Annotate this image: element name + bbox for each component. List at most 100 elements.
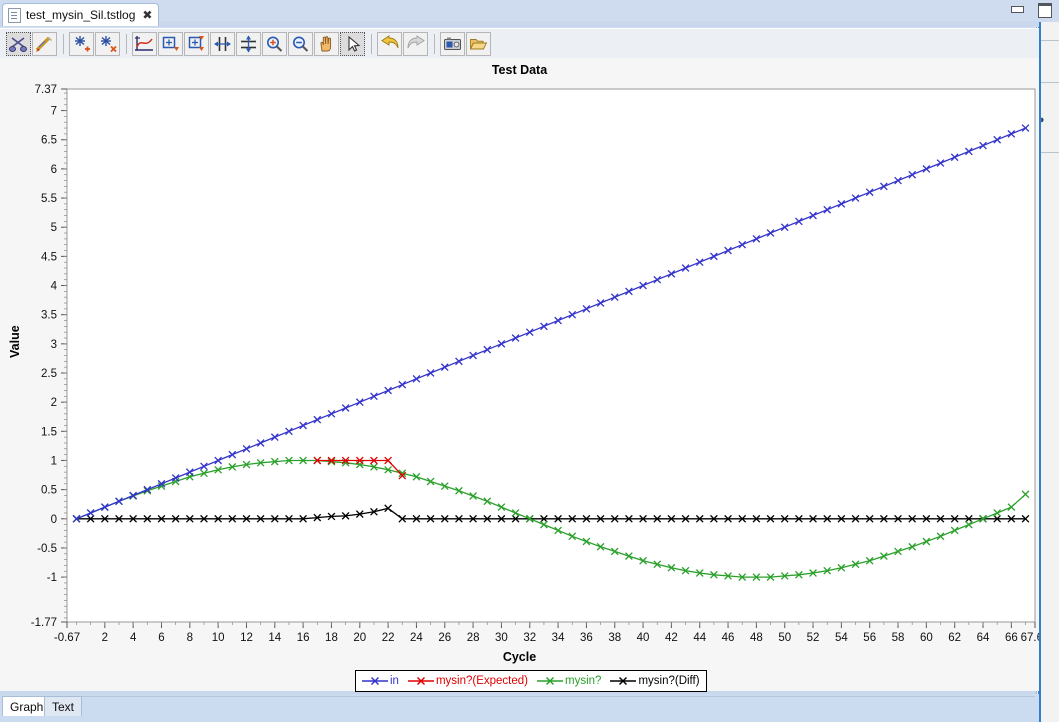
zoom-box-icon: [162, 36, 179, 51]
y-tick-label: -0.5: [37, 543, 57, 555]
toolbar-separator: [434, 33, 435, 54]
editor-tab-strip: test_mysin_Sil.tstlog ✖: [0, 0, 1039, 27]
y-tick-label: 3.5: [41, 310, 57, 322]
x-tick-label: 66: [1005, 632, 1018, 644]
x-tick-label: 24: [410, 632, 423, 644]
x-tick-label: 52: [807, 632, 820, 644]
x-tick-label: 40: [637, 632, 650, 644]
pencil-icon: [35, 36, 52, 52]
legend-label: in: [390, 675, 399, 687]
y-tick-label: 7: [51, 106, 57, 118]
x-tick-label: 8: [187, 632, 193, 644]
x-tick-label: 44: [693, 632, 706, 644]
x-tick-label: 60: [920, 632, 933, 644]
snapshot-button[interactable]: [440, 31, 465, 56]
maximize-icon: [1038, 3, 1052, 18]
x-tick-label: 6: [158, 632, 164, 644]
legend-label: mysin?: [565, 675, 602, 687]
pan-tool-button[interactable]: [314, 31, 339, 56]
y-tick-label: -1.77: [31, 617, 57, 629]
y-tick-label: 2: [51, 397, 57, 409]
y-tick-label: 5.5: [41, 193, 57, 205]
x-tick-label: 64: [977, 632, 990, 644]
select-tool-button[interactable]: [340, 31, 365, 56]
scissors-icon: [9, 36, 27, 52]
legend-item[interactable]: mysin?: [537, 675, 601, 687]
x-tick-label: 14: [268, 632, 281, 644]
editor-tab-active[interactable]: test_mysin_Sil.tstlog ✖: [2, 3, 160, 26]
x-tick-label: 4: [130, 632, 137, 644]
legend-item[interactable]: mysin?(Diff): [610, 675, 700, 687]
pencil-tool-button[interactable]: [32, 31, 57, 56]
tab-text[interactable]: Text: [44, 696, 83, 716]
magnifier-plus-icon: [267, 36, 283, 52]
x-tick-label: 26: [438, 632, 451, 644]
view-mode-tabs: Graph Text: [0, 694, 1039, 722]
y-tick-label: 4: [51, 281, 58, 293]
legend-marker-icon: [610, 677, 637, 685]
y-tick-label: 0: [51, 514, 57, 526]
plot-canvas[interactable]: -1.77 -1 -0.5 0 0.5 1 1.5 2 2.5 3 3.5 4 4.5 5 5.5 6 6.5 7…: [0, 58, 1039, 668]
editor-tab-label: test_mysin_Sil.tstlog: [26, 8, 136, 22]
fit-horizontal-button[interactable]: [210, 31, 235, 56]
legend-label: mysin?(Diff): [638, 675, 700, 687]
fit-curve-button[interactable]: [132, 31, 157, 56]
y-tick-label: 5: [51, 222, 57, 234]
legend-item[interactable]: mysin?(Expected): [407, 675, 528, 687]
curve-axes-icon: [135, 35, 153, 51]
magnifier-minus-icon: [293, 36, 309, 52]
y-tick-label: 6.5: [41, 135, 57, 147]
legend-marker-icon: [362, 677, 388, 685]
x-tick-label: 48: [750, 632, 763, 644]
x-tick-label: 54: [835, 632, 848, 644]
open-button[interactable]: [466, 31, 491, 56]
y-tick-label: 0.5: [41, 485, 57, 497]
folder-open-icon: [469, 38, 488, 49]
undo-arrow-icon: [380, 34, 398, 48]
camera-icon: [444, 37, 461, 50]
cut-tool-button[interactable]: [6, 31, 31, 56]
x-tick-label: 10: [212, 632, 225, 644]
x-tick-label: 28: [467, 632, 480, 644]
fit-horizontal-icon: [214, 36, 231, 51]
chart-legend[interactable]: in mysin?(Expected) mysin? mysin?(Diff): [355, 670, 707, 692]
cursor-arrow-icon: [348, 35, 361, 52]
redo-arrow-icon: [407, 34, 425, 48]
legend-label: mysin?(Expected): [435, 675, 528, 687]
y-tick-label: 6: [51, 164, 57, 176]
add-signal-button[interactable]: [69, 31, 94, 56]
zoom-in-button[interactable]: [262, 31, 287, 56]
legend-item[interactable]: in: [362, 675, 399, 687]
x-tick-label: 32: [523, 632, 536, 644]
remove-star-icon: [101, 35, 117, 52]
fit-vertical-icon: [241, 35, 256, 52]
chart-panel: Test Data Value Cycle -1.77 -1 -0.5 0 0.5 1 1.…: [0, 58, 1039, 692]
zoom-out-button[interactable]: [288, 31, 313, 56]
legend-marker-icon: [407, 677, 434, 685]
x-tick-label: 16: [297, 632, 310, 644]
hand-icon: [320, 35, 332, 51]
tab-strip-filler: [80, 696, 1035, 717]
x-tick-label: 18: [325, 632, 338, 644]
fit-vertical-button[interactable]: [236, 31, 261, 56]
x-tick-label: 12: [240, 632, 253, 644]
y-tick-label: 1.5: [41, 426, 57, 438]
zoom-box-alt-button[interactable]: [184, 31, 209, 56]
add-star-icon: [75, 35, 90, 51]
plot-background: [66, 88, 1036, 623]
close-icon[interactable]: ✖: [142, 9, 152, 21]
y-tick-label: 3: [51, 339, 57, 351]
undo-button[interactable]: [377, 31, 402, 56]
y-tick-label: -1: [47, 572, 57, 584]
redo-button: [403, 31, 428, 56]
x-tick-label: 50: [778, 632, 791, 644]
application-window: ◗ test_mysin_Sil.tstlog ✖ Test Data Valu…: [0, 0, 1059, 722]
remove-signal-button[interactable]: [95, 31, 120, 56]
toolbar-separator: [63, 33, 64, 54]
x-tick-label: 34: [552, 632, 565, 644]
document-icon: [8, 7, 21, 23]
x-tick-label: 30: [495, 632, 508, 644]
y-tick-label: 2.5: [41, 368, 57, 380]
zoom-box-button[interactable]: [158, 31, 183, 56]
toolbar-separator: [371, 33, 372, 54]
